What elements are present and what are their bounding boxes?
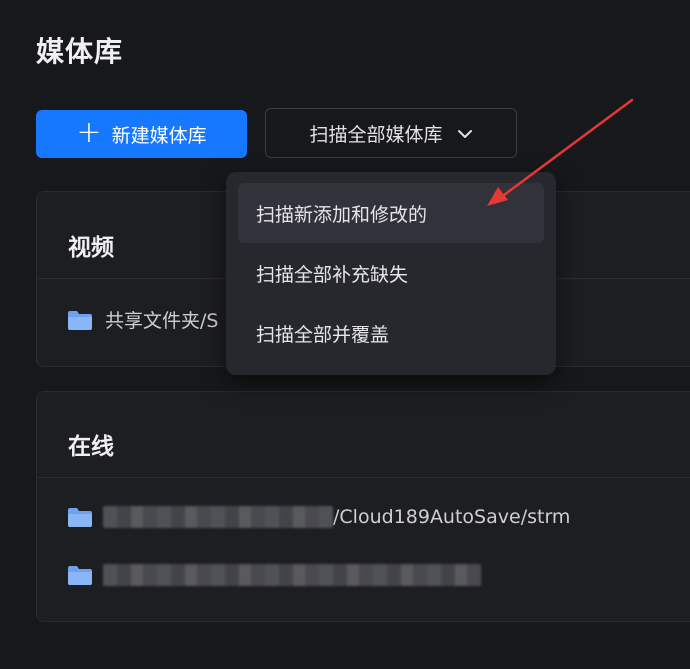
folder-icon xyxy=(68,566,92,585)
menu-item-label: 扫描全部补充缺失 xyxy=(256,263,409,286)
menu-item-scan-overwrite[interactable]: 扫描全部并覆盖 xyxy=(238,303,544,363)
folder-icon xyxy=(68,508,92,527)
library-card-online: 在线 /Cloud189AutoSave/strm xyxy=(36,391,690,622)
library-title: 在线 xyxy=(68,434,114,460)
library-path-text: /Cloud189AutoSave/strm xyxy=(333,506,571,528)
redacted-text xyxy=(103,564,481,586)
library-path[interactable]: /Cloud189AutoSave/strm xyxy=(67,506,570,528)
redacted-text xyxy=(103,506,333,528)
library-title: 视频 xyxy=(68,235,114,261)
scan-all-label: 扫描全部媒体库 xyxy=(309,123,443,146)
plus-icon: + xyxy=(76,114,102,150)
menu-item-label: 扫描全部并覆盖 xyxy=(256,323,390,346)
library-path-text: 共享文件夹/S xyxy=(105,310,219,332)
menu-item-scan-new-modified[interactable]: 扫描新添加和修改的 xyxy=(238,183,544,243)
page-title: 媒体库 xyxy=(36,35,124,68)
divider xyxy=(37,477,690,478)
new-library-label: 新建媒体库 xyxy=(111,124,207,147)
menu-item-label: 扫描新添加和修改的 xyxy=(256,203,428,226)
folder-icon xyxy=(68,310,92,330)
library-path[interactable]: 共享文件夹/S xyxy=(67,306,218,333)
scan-dropdown-menu: 扫描新添加和修改的 扫描全部补充缺失 扫描全部并覆盖 xyxy=(226,172,556,375)
chevron-down-icon xyxy=(457,130,472,138)
menu-item-scan-fill-missing[interactable]: 扫描全部补充缺失 xyxy=(238,243,544,303)
scan-all-button[interactable]: 扫描全部媒体库 xyxy=(265,108,517,158)
library-path[interactable] xyxy=(67,564,481,586)
new-library-button[interactable]: + 新建媒体库 xyxy=(36,110,247,158)
